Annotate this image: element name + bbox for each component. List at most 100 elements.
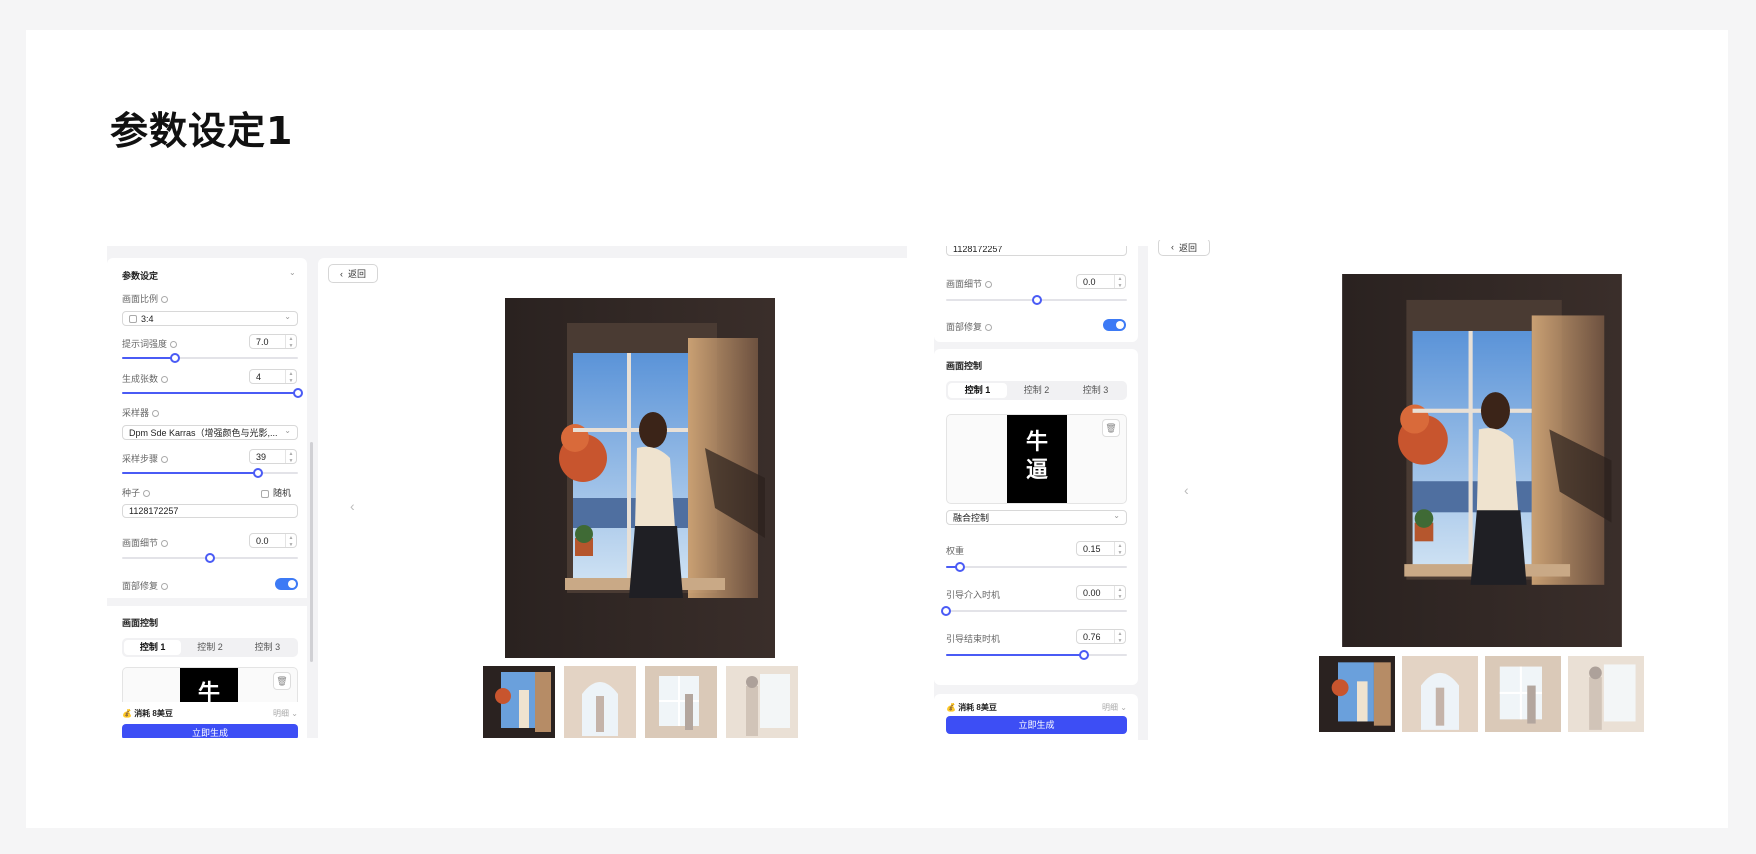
slider-knob[interactable]	[1078, 650, 1089, 660]
checkbox-icon[interactable]	[261, 489, 269, 498]
detail-slider[interactable]	[122, 553, 298, 563]
end-input[interactable]: 0.76 ▲ ▼	[1076, 629, 1126, 644]
steps-input[interactable]: 39 ▲ ▼	[249, 449, 297, 464]
stepper-icon[interactable]: ▲ ▼	[285, 335, 296, 349]
random-checkbox[interactable]: 随机	[261, 486, 291, 499]
tab-control-3[interactable]: 控制 3	[1066, 383, 1125, 398]
thumbnail-2[interactable]	[1402, 656, 1478, 732]
main-generated-image	[1342, 274, 1622, 647]
slider-knob[interactable]	[293, 388, 303, 398]
slider-knob[interactable]	[169, 353, 180, 363]
thumbnail-3[interactable]	[645, 666, 717, 738]
stepper-icon[interactable]: ▲ ▼	[1114, 275, 1125, 289]
collapse-chevron-icon[interactable]: ⌄	[289, 268, 296, 277]
control-image: 牛 逼	[1007, 415, 1067, 503]
thumbnail-4[interactable]	[726, 666, 798, 738]
sampler-select[interactable]: Dpm Sde Karras（增强颜色与光影,... ⌄	[122, 425, 298, 440]
start-label: 引导介入时机	[946, 590, 1001, 600]
chevron-down-icon: ⌄	[284, 426, 291, 435]
start-slider[interactable]	[941, 606, 1127, 616]
control-image-card[interactable]: 牛 🗑	[122, 667, 298, 707]
tab-control-1[interactable]: 控制 1	[948, 383, 1007, 398]
prompt-strength-slider[interactable]	[122, 353, 298, 363]
info-icon	[170, 341, 178, 349]
slider-knob[interactable]	[205, 553, 215, 563]
weight-slider[interactable]	[946, 562, 1127, 572]
back-button[interactable]: ‹ 返回	[328, 264, 378, 283]
control-header: 画面控制	[946, 361, 983, 371]
info-icon	[161, 456, 169, 464]
info-icon	[152, 410, 160, 418]
control-char-1: 牛	[1025, 430, 1048, 455]
control-image-card[interactable]: 牛 逼 🗑	[946, 414, 1127, 504]
right-preview: ‹ 返回 ‹	[1148, 240, 1648, 740]
prompt-strength-input[interactable]: 7.0 ▲ ▼	[249, 334, 297, 349]
page-title: 参数设定1	[110, 109, 294, 153]
params-header: 参数设定	[122, 271, 159, 281]
control-mode-select[interactable]: 融合控制 ⌄	[946, 510, 1127, 525]
info-icon	[161, 583, 169, 591]
thumbnail-1[interactable]	[1319, 656, 1395, 732]
seed-input[interactable]: 1128172257	[946, 246, 1127, 256]
end-label: 引导结束时机	[946, 634, 1001, 644]
generate-button[interactable]: 立即生成	[946, 716, 1127, 734]
tab-control-3[interactable]: 控制 3	[239, 640, 296, 655]
stepper-icon[interactable]: ▲ ▼	[285, 450, 296, 464]
info-icon	[985, 324, 993, 332]
info-icon	[161, 540, 169, 548]
end-slider[interactable]	[946, 650, 1127, 660]
chevron-down-icon: ⌄	[284, 312, 291, 321]
stepper-icon[interactable]: ▲ ▼	[1114, 630, 1125, 644]
thumbnail-2[interactable]	[564, 666, 636, 738]
detail-input[interactable]: 0.0 ▲ ▼	[1076, 274, 1126, 289]
steps-label: 采样步骤	[122, 452, 169, 465]
ratio-select[interactable]: 3:4 ⌄	[122, 311, 298, 326]
right-screenshot: 1128172257 画面细节 0.0 ▲ ▼ 面部修复 画面控制 控制 1 控制 …	[934, 246, 1148, 740]
prompt-strength-label: 提示词强度	[122, 337, 178, 350]
detail-slider[interactable]	[946, 295, 1127, 305]
weight-label: 权重	[946, 546, 965, 556]
count-input[interactable]: 4 ▲ ▼	[249, 369, 297, 384]
slider-fill	[122, 357, 175, 359]
detail-input[interactable]: 0.0 ▲ ▼	[249, 533, 297, 548]
generate-button[interactable]: 立即生成	[122, 724, 298, 738]
seed-input[interactable]: 1128172257	[122, 504, 298, 518]
detail-link[interactable]: 明细 ⌄	[1102, 702, 1127, 713]
scrollbar[interactable]	[310, 442, 313, 662]
weight-input[interactable]: 0.15 ▲ ▼	[1076, 541, 1126, 556]
trash-icon[interactable]: 🗑	[273, 672, 291, 690]
slider-knob[interactable]	[941, 606, 951, 616]
stepper-icon[interactable]: ▲ ▼	[1114, 586, 1125, 600]
start-input[interactable]: 0.00 ▲ ▼	[1076, 585, 1126, 600]
info-icon	[143, 490, 151, 498]
thumbnail-4[interactable]	[1568, 656, 1644, 732]
cost-label: 💰 消耗 8美豆	[122, 709, 173, 718]
thumbnail-1[interactable]	[483, 666, 555, 738]
cost-label: 💰 消耗 8美豆	[946, 703, 997, 712]
stepper-icon[interactable]: ▲ ▼	[285, 370, 296, 384]
stepper-icon[interactable]: ▲ ▼	[285, 534, 296, 548]
count-slider[interactable]	[122, 388, 303, 398]
prev-arrow-icon[interactable]: ‹	[1184, 482, 1189, 498]
tab-control-1[interactable]: 控制 1	[124, 640, 182, 655]
control-header: 画面控制	[122, 618, 159, 628]
count-label: 生成张数	[122, 372, 169, 385]
section-gap	[107, 598, 307, 606]
back-button[interactable]: ‹ 返回	[1158, 240, 1210, 256]
left-screenshot: 参数设定 ⌄ 画面比例 3:4 ⌄ 提示词强度 7.0 ▲ ▼ 生成张数 4 ▲ ▼ 采样…	[107, 246, 907, 738]
face-label: 面部修复	[122, 579, 169, 592]
slider-knob[interactable]	[1031, 295, 1042, 305]
detail-label: 画面细节	[122, 536, 169, 549]
thumbnail-3[interactable]	[1485, 656, 1561, 732]
face-toggle[interactable]	[275, 578, 298, 590]
prev-arrow-icon[interactable]: ‹	[350, 498, 355, 514]
tab-control-2[interactable]: 控制 2	[181, 640, 238, 655]
slider-knob[interactable]	[252, 468, 263, 478]
tab-control-2[interactable]: 控制 2	[1007, 383, 1066, 398]
detail-link[interactable]: 明细 ⌄	[273, 708, 298, 719]
steps-slider[interactable]	[122, 468, 298, 478]
stepper-icon[interactable]: ▲ ▼	[1114, 542, 1125, 556]
face-toggle[interactable]	[1103, 319, 1126, 331]
ratio-label: 画面比例	[122, 292, 169, 305]
trash-icon[interactable]: 🗑	[1102, 419, 1120, 437]
